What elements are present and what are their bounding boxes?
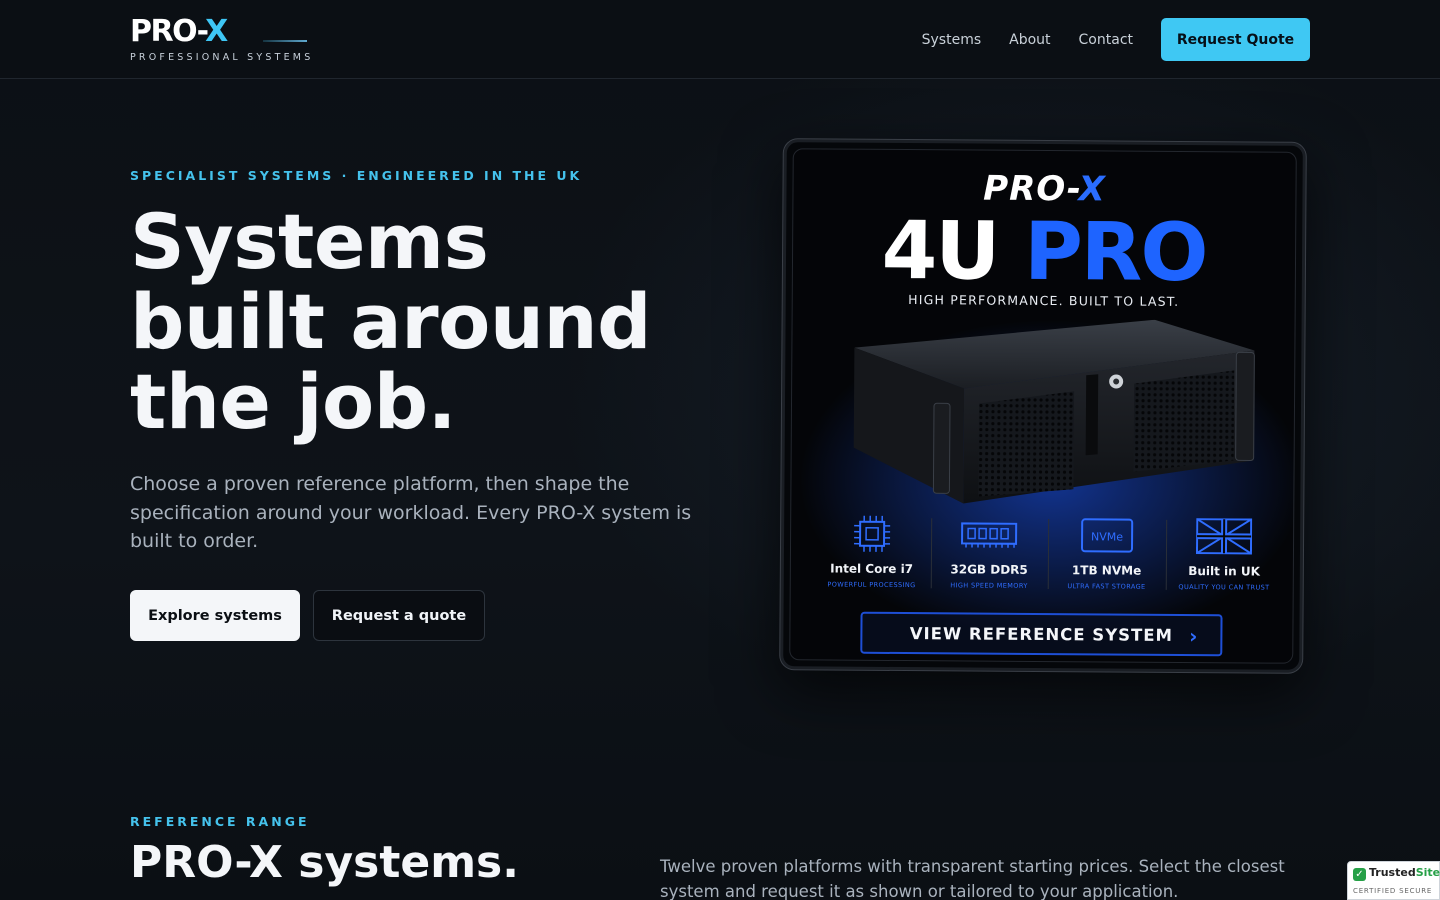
range-description: Twelve proven platforms with transparent… [660, 857, 1285, 900]
memory-icon [930, 512, 1048, 557]
spec-sublabel: QUALITY YOU CAN TRUST [1178, 582, 1270, 592]
range-title: PRO-X systems. [130, 837, 519, 888]
spec-sublabel: HIGH SPEED MEMORY [950, 581, 1028, 590]
hero-title: Systems built around the job. [130, 202, 730, 442]
server-chassis-image [853, 319, 1255, 504]
hero-description: Choose a proven reference platform, then… [130, 473, 692, 552]
promo-tagline: HIGH PERFORMANCE. BUILT TO LAST. [908, 292, 1180, 309]
spec-item: Intel Core i7 POWERFUL PROCESSING [813, 511, 931, 600]
chevron-right-icon: › [1189, 624, 1199, 649]
promo-spec-list: Intel Core i7 POWERFUL PROCESSING 32GB D… [813, 511, 1284, 602]
request-quote-button[interactable]: Request Quote [1161, 18, 1310, 61]
explore-systems-button[interactable]: Explore systems [130, 590, 300, 641]
spec-sublabel: POWERFUL PROCESSING [827, 580, 916, 590]
site-header: PRO-X PROFESSIONAL SYSTEMS Systems About… [0, 0, 1440, 79]
hero-title-line: built around [130, 277, 652, 366]
hero-title-line: Systems [130, 197, 489, 286]
spec-item: 32GB DDR5 HIGH SPEED MEMORY [930, 512, 1048, 601]
nav-link-about[interactable]: About [1009, 32, 1050, 48]
nav-link-systems[interactable]: Systems [922, 32, 982, 48]
spec-sublabel: ULTRA FAST STORAGE [1067, 582, 1146, 591]
checkmark-icon: ✓ [1353, 868, 1366, 881]
promo-panel: PRO-X 4U PRO HIGH PERFORMANCE. BUILT TO … [789, 148, 1297, 664]
uk-flag-icon [1165, 514, 1283, 559]
spec-label: 1TB NVMe [1071, 563, 1142, 578]
hero-title-line: the job. [130, 357, 456, 446]
main-nav: Systems About Contact Request Quote [922, 18, 1310, 61]
request-a-quote-button[interactable]: Request a quote [313, 590, 485, 641]
promo-model-name: 4U PRO [881, 203, 1207, 300]
promo-cta-label: VIEW REFERENCE SYSTEM [909, 623, 1174, 645]
spec-label: 32GB DDR5 [950, 562, 1028, 577]
hero-actions: Explore systems Request a quote [130, 590, 485, 641]
trust-badge-name: TrustedSite [1369, 866, 1440, 879]
svg-text:NVMe: NVMe [1091, 530, 1123, 543]
view-reference-system-button[interactable]: VIEW REFERENCE SYSTEM › [860, 611, 1223, 657]
trusted-site-badge[interactable]: ✓ TrustedSite CERTIFIED SECURE [1347, 861, 1440, 900]
trust-badge-sub: CERTIFIED SECURE [1353, 887, 1433, 895]
product-promo-card[interactable]: PRO-X 4U PRO HIGH PERFORMANCE. BUILT TO … [780, 139, 1306, 673]
spec-label: Built in UK [1188, 564, 1261, 579]
logo-tagline: PROFESSIONAL SYSTEMS [130, 52, 314, 63]
cpu-icon [813, 511, 931, 556]
spec-item: Built in UK QUALITY YOU CAN TRUST [1165, 514, 1283, 603]
nav-link-contact[interactable]: Contact [1079, 32, 1133, 48]
nvme-icon: NVMe [1048, 513, 1166, 558]
hero-eyebrow: SPECIALIST SYSTEMS · ENGINEERED IN THE U… [130, 168, 583, 183]
logo-wordmark: PRO-X [130, 14, 228, 49]
range-eyebrow: REFERENCE RANGE [130, 814, 310, 829]
main-content: SPECIALIST SYSTEMS · ENGINEERED IN THE U… [0, 0, 1440, 900]
brand-logo[interactable]: PRO-X PROFESSIONAL SYSTEMS [130, 16, 320, 66]
spec-label: Intel Core i7 [830, 561, 914, 577]
spec-item: NVMe 1TB NVMe ULTRA FAST STORAGE [1048, 513, 1166, 602]
logo-accent-line [263, 40, 307, 42]
